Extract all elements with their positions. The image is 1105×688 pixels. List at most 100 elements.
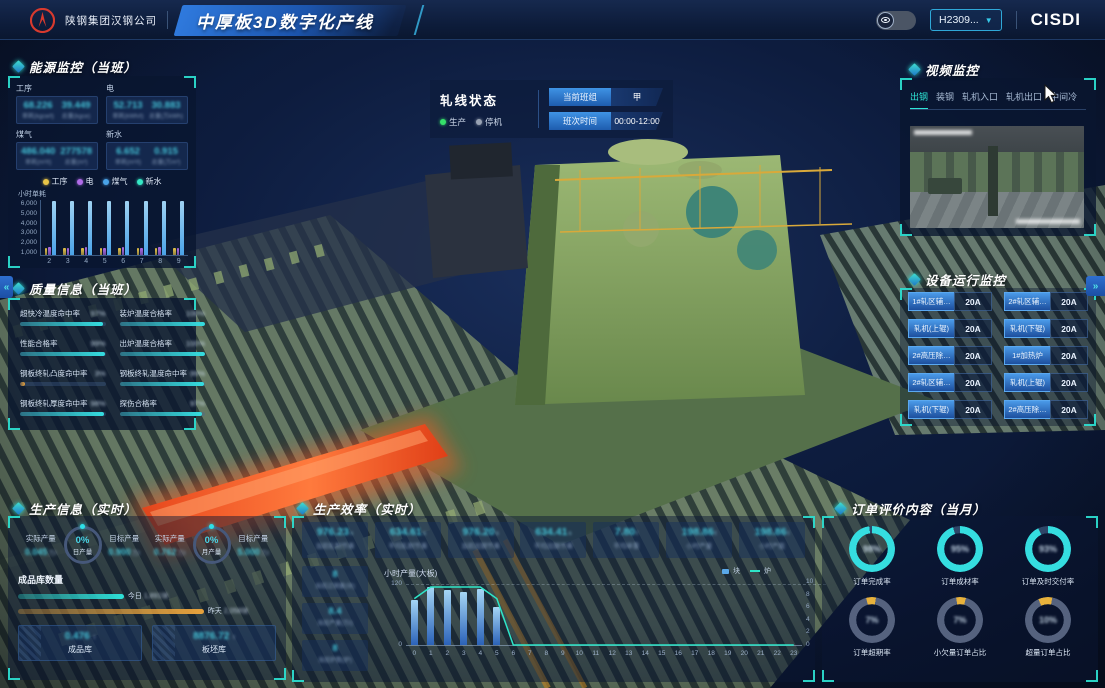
order-kpi-donut: 93%订单及时交付率 <box>1006 526 1090 587</box>
video-tab-hot-saw[interactable]: 电动热 <box>1085 90 1086 103</box>
video-tab-tapping[interactable]: 出钢 <box>910 90 928 103</box>
equipment-panel-title: 设备运行监控 <box>910 270 1006 289</box>
legend-dot <box>137 179 143 185</box>
status-dot-producing <box>440 119 446 125</box>
shift-time-row: 班次时间 00:00-12:00 <box>549 112 663 130</box>
line-status-legend: 生产 停机 <box>440 116 528 128</box>
equipment-expand-tab[interactable]: » <box>1086 276 1105 296</box>
equipment-item[interactable]: 1#加热炉20A <box>1004 346 1088 365</box>
cctv-video-feed[interactable] <box>910 126 1084 228</box>
efficiency-card: 634.61s平均轧制节奏 <box>375 522 441 558</box>
energy-group-electric: 电 52.713单耗(kWh/t) 30.883总量(万kWh) <box>106 83 188 124</box>
bar-group <box>173 201 184 255</box>
quality-item: 装炉温度合格率100% <box>120 308 206 326</box>
diamond-icon <box>908 63 921 76</box>
efficiency-panel: 976.23s当前轧制节奏634.61s平均轧制节奏976.20s当前出钢节奏6… <box>292 516 815 682</box>
progress-bar <box>120 382 205 386</box>
video-timestamp <box>1016 219 1080 224</box>
header-divider <box>167 11 168 29</box>
energy-chart-xaxis: 23456789 <box>40 258 188 265</box>
quality-item: 出炉温度合格率100% <box>120 338 206 356</box>
legend-dot <box>43 179 49 185</box>
legend-bar-marker <box>722 569 729 574</box>
order-kpi-donut: 95%订单成材率 <box>918 526 1002 587</box>
camera-select-dropdown[interactable]: H2309... ▼ <box>930 9 1002 31</box>
energy-chart-yaxis: 6,0005,0004,0003,0002,0001,000 <box>16 200 40 256</box>
video-tab-mill-entry[interactable]: 轧机入口 <box>962 90 998 103</box>
equipment-item[interactable]: 轧机(下辊)20A <box>1004 319 1088 338</box>
video-panel-title: 视频监控 <box>910 60 979 79</box>
header-right: H2309... ▼ CISDI <box>876 0 1081 40</box>
quality-item: 性能合格率99% <box>20 338 106 356</box>
video-tabs: 出钢 装钢 轧机入口 轧机出口 中间冷 电动热 <box>910 90 1086 110</box>
diamond-icon <box>908 273 921 286</box>
order-donuts-grid: 98%订单完成率95%订单成材率93%订单及时交付率7%订单超期率7%小欠量订单… <box>830 526 1090 658</box>
finished-stock-card: 0.476 t 成品库 <box>18 625 142 661</box>
efficiency-side-card: 8当班过钢量(块) <box>302 566 368 597</box>
equipment-grid: 1#轧区辅…20A 2#轧区辅…20A 轧机(上辊)20A 轧机(下辊)20A … <box>908 292 1088 419</box>
efficiency-side-cards: 8当班过钢量(块)8.4当班产量(万t)8当班炉数(炉) <box>302 566 368 672</box>
legend-dot <box>103 179 109 185</box>
chevron-down-icon: ▼ <box>985 16 993 25</box>
video-decor <box>988 146 998 216</box>
diamond-icon <box>12 282 25 295</box>
quality-metric-grid: 超快冷温度命中率97% 装炉温度合格率100% 性能合格率99% 出炉温度合格率… <box>20 308 184 416</box>
order-kpi-donut: 98%订单完成率 <box>830 526 914 587</box>
video-camera-label <box>914 130 972 135</box>
company-name: 陕钢集团汉钢公司 <box>65 13 157 28</box>
hourly-chart-right-axis: 1086420 <box>806 578 813 648</box>
divider <box>538 90 539 128</box>
efficiency-side-card: 8当班炉数(炉) <box>302 640 368 671</box>
title-slash-decoration <box>413 5 424 35</box>
diamond-icon <box>12 502 25 515</box>
header-left: 陕钢集团汉钢公司 中厚板3D数字化产线 <box>30 0 420 40</box>
app-title-plate: 中厚板3D数字化产线 <box>174 5 407 36</box>
progress-bar <box>20 382 25 386</box>
equipment-item[interactable]: 2#轧区辅…20A <box>908 373 992 392</box>
equipment-item[interactable]: 2#高压除…20A <box>1004 400 1088 419</box>
quality-panel-title: 质量信息（当班） <box>14 279 137 298</box>
energy-chart-ylabel: 小时单耗 <box>18 189 188 199</box>
video-panel: 出钢 装钢 轧机入口 轧机出口 中间冷 电动热 <box>900 78 1096 236</box>
efficiency-card: 198.86t小时产能 <box>739 522 805 558</box>
energy-group-process: 工序 68.226单耗(kgce/t) 39.449总量(kgce) <box>16 83 98 124</box>
mouse-cursor <box>1044 84 1058 104</box>
progress-bar <box>120 352 206 356</box>
equipment-item[interactable]: 1#轧区辅…20A <box>908 292 992 311</box>
equipment-item[interactable]: 2#高压除…20A <box>908 346 992 365</box>
progress-bar <box>20 352 105 356</box>
energy-hourly-chart: 6,0005,0004,0003,0002,0001,000 23456789 <box>16 200 188 265</box>
equipment-item[interactable]: 2#轧区辅…20A <box>1004 292 1088 311</box>
energy-group-water: 新水 6.652单耗(m³/t) 0.915总量(万m³) <box>106 129 188 170</box>
order-kpi-donut: 7%订单超期率 <box>830 597 914 658</box>
hourly-chart-left-axis: 120 0 <box>382 580 402 648</box>
equipment-item[interactable]: 轧机(上辊)20A <box>1004 373 1088 392</box>
line-status-title: 轧线状态 <box>440 90 528 109</box>
legend-dot <box>77 179 83 185</box>
efficiency-panel-title: 生产效率（实时） <box>298 499 421 518</box>
video-tab-mill-exit[interactable]: 轧机出口 <box>1006 90 1042 103</box>
video-tab-charging[interactable]: 装钢 <box>936 90 954 103</box>
quality-item: 超快冷温度命中率97% <box>20 308 106 326</box>
order-kpi-donut: 10%超量订单占比 <box>1006 597 1090 658</box>
equipment-item[interactable]: 轧机(下辊)20A <box>908 400 992 419</box>
video-decor <box>928 178 962 194</box>
diamond-icon <box>296 502 309 515</box>
efficiency-cards-row: 976.23s当前轧制节奏634.61s平均轧制节奏976.20s当前出钢节奏6… <box>302 522 805 558</box>
hourly-output-chart: 小时产量(大板) 块 炉 120 0 012345678910111213141… <box>382 566 805 672</box>
top-header-bar: 陕钢集团汉钢公司 中厚板3D数字化产线 H2309... ▼ CISDI <box>0 0 1105 40</box>
dashboard-root: 陕钢集团汉钢公司 中厚板3D数字化产线 H2309... ▼ CISDI 能源监… <box>0 0 1105 688</box>
progress-bar <box>18 609 204 614</box>
progress-bar <box>20 412 104 416</box>
eye-icon <box>877 12 894 29</box>
quality-collapse-tab[interactable]: « <box>0 276 13 298</box>
equipment-item[interactable]: 轧机(上辊)20A <box>908 319 992 338</box>
stock-bar-today: 今日1,891块 <box>18 591 276 601</box>
camera-select-value: H2309... <box>939 14 979 26</box>
visibility-toggle[interactable] <box>876 11 916 30</box>
company-logo-icon <box>30 8 55 33</box>
progress-bar <box>20 322 103 326</box>
bar-group <box>45 201 56 255</box>
hourly-chart-legend: 块 炉 <box>722 566 771 576</box>
equipment-panel: 1#轧区辅…20A 2#轧区辅…20A 轧机(上辊)20A 轧机(下辊)20A … <box>900 288 1096 426</box>
